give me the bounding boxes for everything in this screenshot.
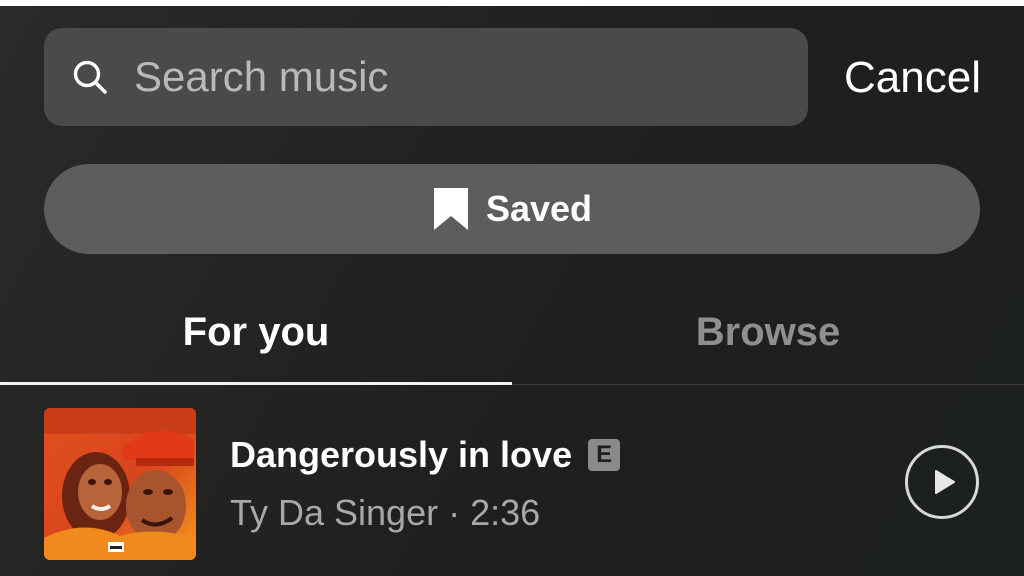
bookmark-icon [433,188,468,230]
track-title: Dangerously in love [230,434,573,475]
tab-for-you[interactable]: For you [0,282,512,382]
track-row[interactable]: Dangerously in love E Ty Da Singer · 2:3… [0,396,1024,572]
tab-bar: For you Browse [0,282,1024,386]
track-duration: 2:36 [470,492,541,533]
saved-button[interactable]: Saved [44,164,980,254]
album-art [44,408,196,560]
meta-separator: · [438,492,471,533]
track-meta: Ty Da Singer · 2:36 [230,492,540,534]
tab-for-you-label: For you [182,309,330,354]
track-artist: Ty Da Singer [230,492,439,533]
explicit-badge: E [588,439,621,471]
cancel-button[interactable]: Cancel [844,50,981,106]
saved-label: Saved [485,188,593,229]
search-box[interactable] [44,28,808,126]
album-art-image [44,408,196,560]
track-title-line: Dangerously in love E [230,434,621,476]
search-icon [73,60,107,94]
play-button[interactable] [904,444,980,520]
active-tab-indicator [0,382,512,385]
top-edge [0,0,1024,6]
play-circle-icon [905,445,979,519]
tab-browse[interactable]: Browse [512,282,1024,382]
music-picker-screen: Cancel Saved For you Browse [0,0,1024,576]
search-input[interactable] [132,52,756,102]
tab-browse-label: Browse [695,309,841,354]
